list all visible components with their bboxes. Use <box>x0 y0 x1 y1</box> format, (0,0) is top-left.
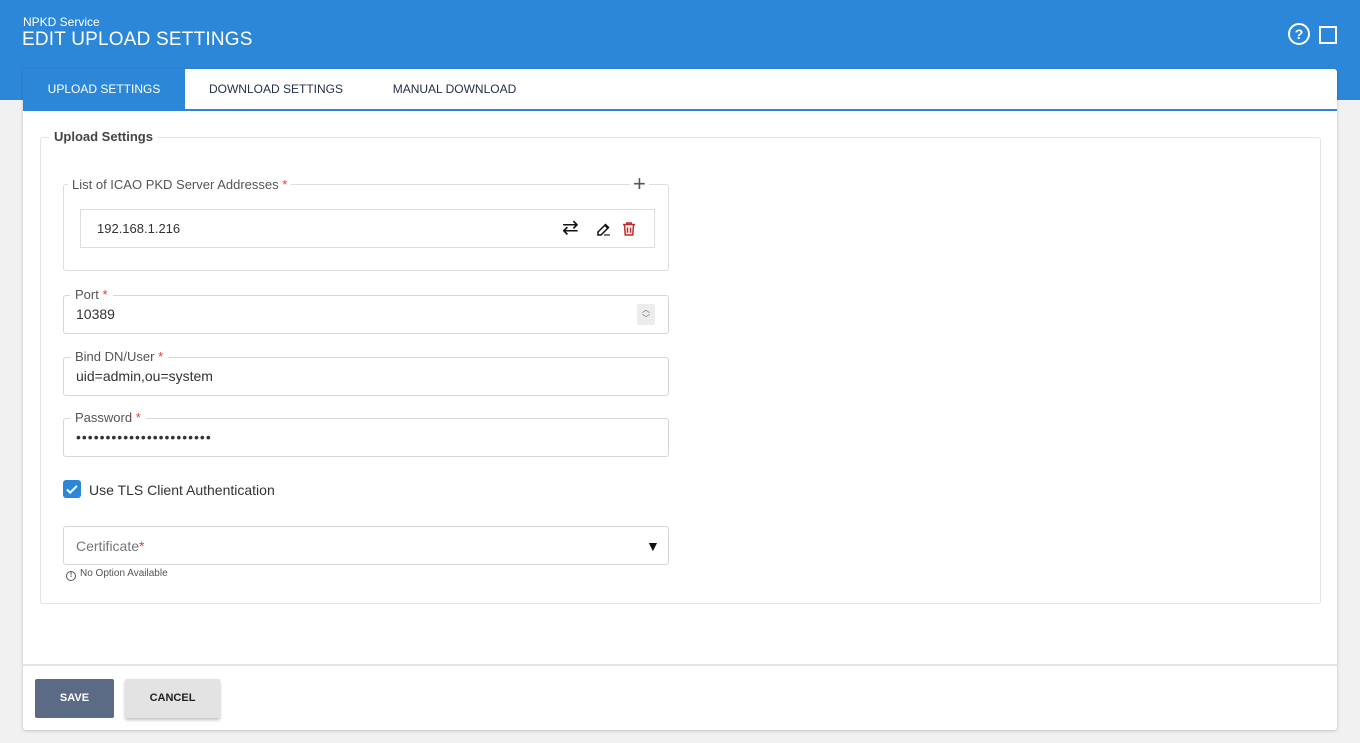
port-stepper[interactable]: ︿ ﹀ <box>637 304 655 325</box>
tab-manual-download[interactable]: MANUAL DOWNLOAD <box>367 69 542 109</box>
maximize-icon[interactable] <box>1319 26 1337 44</box>
port-label: Port * <box>70 287 113 302</box>
bind-dn-field[interactable]: Bind DN/User * uid=admin,ou=system <box>63 349 669 396</box>
certificate-select[interactable]: Certificate* ▼ <box>63 526 669 565</box>
settings-card: UPLOAD SETTINGS DOWNLOAD SETTINGS MANUAL… <box>23 69 1337 730</box>
bind-dn-value[interactable]: uid=admin,ou=system <box>76 368 213 384</box>
tls-checkbox[interactable] <box>63 480 81 498</box>
help-icon[interactable]: ? <box>1288 23 1310 45</box>
cancel-button[interactable]: CANCEL <box>125 679 220 718</box>
page-title: EDIT UPLOAD SETTINGS <box>22 29 253 50</box>
section-title: Upload Settings <box>49 129 158 144</box>
port-value[interactable]: 10389 <box>76 306 115 322</box>
server-address: 192.168.1.216 <box>97 221 181 236</box>
password-value[interactable]: ••••••••••••••••••••••• <box>76 429 212 445</box>
tls-label: Use TLS Client Authentication <box>89 482 275 498</box>
info-icon: ! <box>66 571 76 581</box>
service-name: NPKD Service <box>23 15 100 29</box>
trash-icon[interactable] <box>620 220 638 238</box>
tab-download-settings[interactable]: DOWNLOAD SETTINGS <box>185 69 367 109</box>
server-list-label: List of ICAO PKD Server Addresses * <box>68 177 292 192</box>
bind-dn-label: Bind DN/User * <box>70 349 169 364</box>
server-address-list: List of ICAO PKD Server Addresses * + 19… <box>63 173 669 271</box>
tab-bar: UPLOAD SETTINGS DOWNLOAD SETTINGS MANUAL… <box>23 69 1337 111</box>
edit-icon[interactable] <box>595 220 613 238</box>
port-field[interactable]: Port * 10389 ︿ ﹀ <box>63 287 669 334</box>
password-label: Password * <box>70 410 146 425</box>
password-field[interactable]: Password * ••••••••••••••••••••••• <box>63 410 669 457</box>
certificate-hint: ! No Option Available <box>66 568 168 581</box>
action-footer: SAVE CANCEL <box>23 664 1337 730</box>
save-button[interactable]: SAVE <box>35 679 114 718</box>
certificate-placeholder: Certificate* <box>76 538 145 554</box>
swap-arrows-icon[interactable]: ⇄ <box>562 218 579 238</box>
tab-upload-settings[interactable]: UPLOAD SETTINGS <box>23 69 185 109</box>
server-list-item: 192.168.1.216 ⇄ <box>80 209 655 248</box>
add-server-icon[interactable]: + <box>630 173 649 195</box>
upload-settings-section: Upload Settings List of ICAO PKD Server … <box>40 129 1321 604</box>
check-icon <box>66 485 78 495</box>
dropdown-arrow-icon[interactable]: ▼ <box>646 538 660 554</box>
